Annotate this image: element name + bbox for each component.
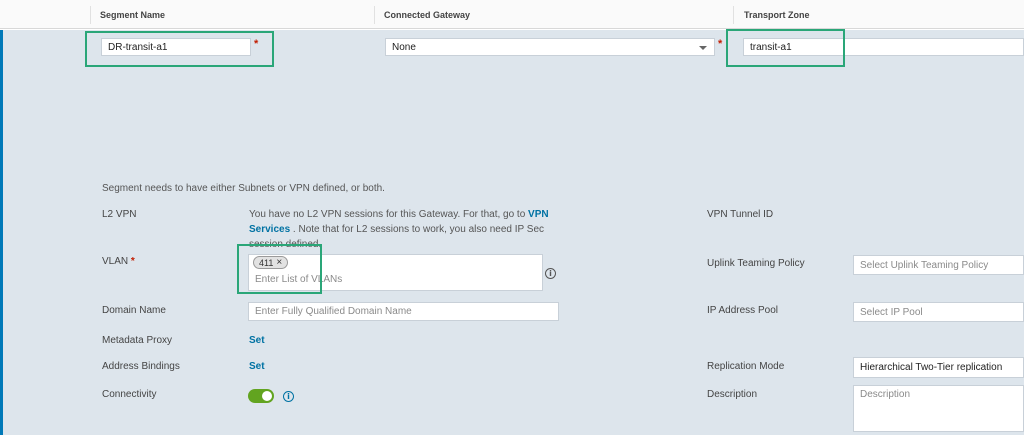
header-segment-name: Segment Name	[100, 10, 166, 20]
address-bindings-set-link[interactable]: Set	[249, 361, 265, 372]
vlan-label-text: VLAN	[102, 256, 129, 267]
table-header: Segment Name Connected Gateway Transport…	[0, 0, 1024, 29]
uplink-teaming-placeholder: Select Uplink Teaming Policy	[860, 259, 989, 271]
vlan-label: VLAN *	[102, 256, 135, 267]
header-separator	[90, 6, 91, 24]
replication-mode-value: Hierarchical Two-Tier replication	[860, 362, 1003, 373]
domain-name-input[interactable]: Enter Fully Qualified Domain Name	[248, 302, 559, 321]
info-icon[interactable]: i	[545, 268, 556, 279]
description-placeholder: Description	[860, 389, 911, 400]
chevron-down-icon[interactable]	[699, 46, 707, 50]
required-indicator: *	[130, 256, 135, 267]
domain-name-placeholder: Enter Fully Qualified Domain Name	[255, 306, 412, 317]
metadata-proxy-label: Metadata Proxy	[102, 335, 173, 346]
vpn-tunnel-id-label: VPN Tunnel ID	[707, 209, 774, 220]
description-label: Description	[707, 389, 758, 400]
highlight-box-transport-zone	[726, 29, 845, 67]
uplink-teaming-label: Uplink Teaming Policy	[707, 258, 805, 269]
row-selection-bar	[0, 30, 3, 435]
metadata-proxy-set-link[interactable]: Set	[249, 335, 265, 346]
replication-mode-select[interactable]: Hierarchical Two-Tier replication	[853, 357, 1024, 378]
header-separator	[374, 6, 375, 24]
toggle-knob	[262, 391, 272, 401]
ip-pool-placeholder: Select IP Pool	[860, 306, 923, 318]
highlight-box-vlan	[237, 244, 322, 294]
uplink-teaming-select[interactable]: Select Uplink Teaming Policy	[853, 255, 1024, 275]
l2vpn-label: L2 VPN	[102, 209, 137, 220]
connectivity-toggle[interactable]	[248, 389, 274, 403]
domain-name-label: Domain Name	[102, 305, 166, 316]
replication-mode-label: Replication Mode	[707, 361, 785, 372]
connected-gateway-select[interactable]: None	[385, 38, 715, 56]
ip-pool-label: IP Address Pool	[707, 305, 778, 316]
info-icon[interactable]: i	[283, 391, 294, 402]
l2vpn-message-part1: You have no L2 VPN sessions for this Gat…	[249, 209, 529, 220]
subnets-vpn-notice: Segment needs to have either Subnets or …	[102, 183, 385, 194]
header-connected-gateway: Connected Gateway	[384, 10, 471, 20]
header-separator	[733, 6, 734, 24]
description-textarea[interactable]: Description	[853, 385, 1024, 432]
highlight-box-segment-name	[85, 31, 274, 67]
ip-pool-select[interactable]: Select IP Pool	[853, 302, 1024, 322]
header-transport-zone: Transport Zone	[744, 10, 810, 20]
connected-gateway-value: None	[392, 41, 416, 53]
connectivity-label: Connectivity	[102, 389, 157, 400]
address-bindings-label: Address Bindings	[102, 361, 180, 372]
required-indicator: *	[718, 38, 723, 50]
